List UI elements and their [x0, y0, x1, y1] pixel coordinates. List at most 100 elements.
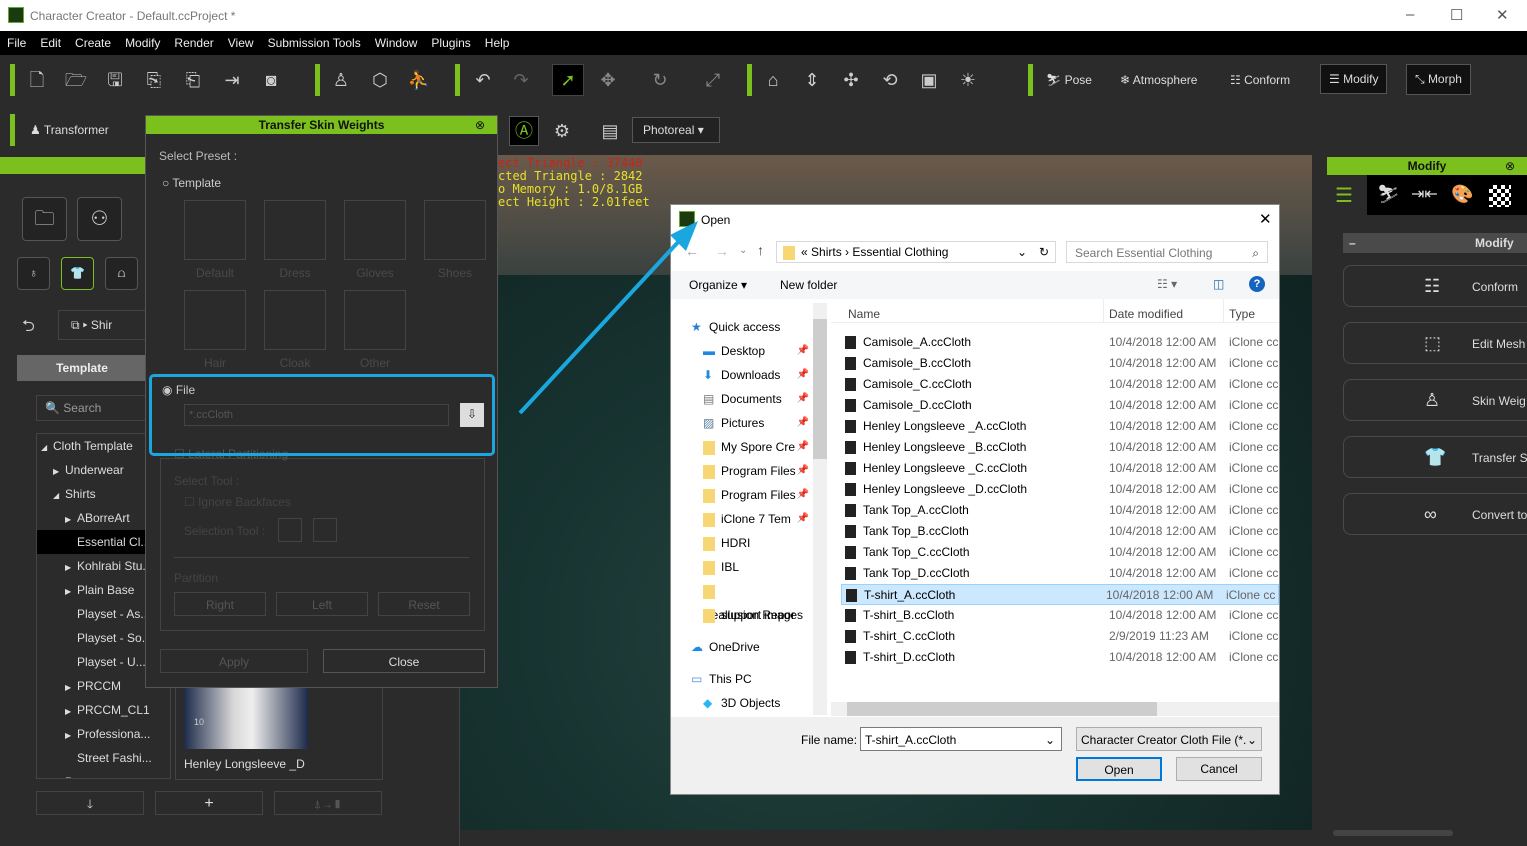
preset-shoes[interactable] [424, 200, 486, 260]
expand-arrow-icon[interactable]: ▶ [53, 772, 65, 778]
nav-item[interactable]: Program Files 📌 [691, 483, 811, 507]
modify-conform-button[interactable]: ☷ Conform [1343, 265, 1527, 307]
folder-icon[interactable]: 🗀 [22, 197, 67, 241]
search-input[interactable]: 🔍 Search [36, 395, 146, 421]
file-row[interactable]: Camisole_B.ccCloth 10/4/2018 12:00 AM iClo… [845, 353, 1279, 374]
file-row[interactable]: Tank Top_C.ccCloth 10/4/2018 12:00 AM iClo… [845, 542, 1279, 563]
open-button[interactable]: Open [1076, 757, 1162, 781]
expand-arrow-icon[interactable]: ▶ [65, 700, 77, 724]
light-icon[interactable]: ☀ [955, 67, 981, 93]
zoom-vertical-icon[interactable]: ⇕ [799, 67, 825, 93]
menu-file[interactable]: File [0, 31, 33, 50]
tree-item[interactable]: ▶ PRCCM_CL1 [37, 698, 170, 722]
expand-arrow-icon[interactable]: ▶ [65, 724, 77, 748]
file-row[interactable]: Henley Longsleeve _A.ccCloth 10/4/2018 12… [845, 416, 1279, 437]
file-row[interactable]: T-shirt_D.ccCloth 10/4/2018 12:00 AM iClon… [845, 647, 1279, 668]
home-icon[interactable]: ⌂ [760, 67, 786, 93]
orbit-icon[interactable]: ⟲ [877, 67, 903, 93]
dialog-close-button[interactable]: Close [323, 649, 485, 673]
save-icon[interactable]: 🖫 [102, 67, 128, 93]
file-row[interactable]: Henley Longsleeve _B.ccCloth 10/4/2018 12… [845, 437, 1279, 458]
menu-edit[interactable]: Edit [33, 31, 68, 50]
settings-sliders-icon[interactable]: ⚙ [549, 118, 575, 144]
nav-item[interactable]: My Spore Cre 📌 [691, 435, 811, 459]
transformer-button[interactable]: ♟ Transformer [30, 123, 109, 137]
view-cube-icon[interactable]: ▣ [916, 67, 942, 93]
render-icon[interactable]: ◙ [258, 67, 284, 93]
recent-dropdown-icon[interactable]: ⌄ [739, 245, 747, 256]
expand-arrow-icon[interactable]: ▶ [65, 580, 77, 604]
forward-icon[interactable]: → [715, 243, 729, 259]
preset-default[interactable] [184, 200, 246, 260]
sliders-tab-icon[interactable]: ☰ [1335, 183, 1353, 208]
nav-item[interactable]: ◆ 3D Objects [691, 691, 811, 715]
modify-transfer-s-button[interactable]: 👕 Transfer S [1343, 436, 1527, 478]
preset-cloak[interactable] [264, 290, 326, 350]
file-type-dropdown[interactable]: Character Creator Cloth File (*.i ⌄ [1076, 727, 1262, 751]
select-remove-icon[interactable] [313, 518, 337, 542]
open-folder-icon[interactable]: 🗁 [63, 67, 89, 93]
file-row[interactable]: Camisole_D.ccCloth 10/4/2018 12:00 AM iClo… [845, 395, 1279, 416]
characters-icon[interactable]: ⚇ [77, 197, 122, 241]
expand-arrow-icon[interactable]: ◢ [53, 484, 65, 508]
pin-icon[interactable]: 📌 [796, 507, 809, 531]
nav-item[interactable]: ☁ OneDrive [691, 635, 811, 659]
preset-hair[interactable] [184, 290, 246, 350]
modify-skin-weig-button[interactable]: ♙ Skin Weig [1343, 379, 1527, 421]
file-row[interactable]: Henley Longsleeve _D.ccCloth 10/4/2018 12… [845, 479, 1279, 500]
render-mode-dropdown[interactable]: Photoreal ▾ [632, 117, 720, 143]
expand-arrow-icon[interactable]: ◢ [41, 436, 53, 460]
modify-button[interactable]: ☰ Modify [1320, 64, 1388, 94]
nav-item[interactable]: Program Files 📌 [691, 459, 811, 483]
apply-button[interactable]: Apply [160, 649, 308, 673]
nav-item[interactable]: ▭ This PC [691, 667, 811, 691]
import-ic-icon[interactable]: ⎗ [180, 67, 206, 93]
up-icon[interactable]: ↑ [757, 242, 764, 258]
morph-button[interactable]: ⤡ Morph [1406, 64, 1471, 95]
breadcrumb-shirts[interactable]: Shirts [811, 245, 842, 259]
file-row[interactable]: T-shirt_B.ccCloth 10/4/2018 12:00 AM iClon… [845, 605, 1279, 626]
tree-item[interactable]: ▶ Professiona... [37, 722, 170, 746]
cancel-button[interactable]: Cancel [1176, 757, 1262, 781]
panel-icon[interactable]: ▤ [597, 118, 623, 144]
modify-convert-to-button[interactable]: ∞ Convert to [1343, 493, 1527, 535]
modify-section-header[interactable]: – Modify [1343, 233, 1527, 253]
right-button[interactable]: Right [174, 592, 266, 616]
pin-icon[interactable]: 📌 [796, 483, 809, 507]
conform-button[interactable]: ☷ Conform [1230, 73, 1290, 87]
back-icon[interactable]: ⮌ [22, 315, 35, 342]
file-row[interactable]: T-shirt_C.ccCloth 2/9/2019 11:23 AM iClone… [845, 626, 1279, 647]
nav-item[interactable]: HDRI [691, 531, 811, 555]
close-button[interactable]: ✕ [1496, 6, 1509, 24]
pan-icon[interactable]: ✣ [838, 67, 864, 93]
hair-icon[interactable]: ♁ [17, 257, 50, 290]
file-row[interactable]: T-shirt_A.ccCloth 10/4/2018 12:00 AM iClon… [841, 584, 1279, 605]
auto-icon[interactable]: Ⓐ [509, 116, 539, 146]
file-row[interactable]: Tank Top_B.ccCloth 10/4/2018 12:00 AM iClo… [845, 521, 1279, 542]
pose-tab-icon[interactable]: ⛷ [1377, 184, 1400, 205]
menu-help[interactable]: Help [478, 31, 517, 50]
character-icon[interactable]: ♙ [328, 67, 354, 93]
export-icon[interactable]: ⇥ [219, 67, 245, 93]
template-radio[interactable]: ○ Template [162, 176, 221, 190]
menu-window[interactable]: Window [368, 31, 425, 50]
menu-render[interactable]: Render [167, 31, 220, 50]
close-icon[interactable]: ✕ [1259, 210, 1272, 228]
close-icon[interactable]: ⊗ [475, 116, 485, 134]
nav-item[interactable]: IBL [691, 555, 811, 579]
tree-item[interactable]: ▶Pants [37, 770, 170, 778]
nav-item[interactable]: Reallusion Repor [691, 579, 811, 622]
file-name-input[interactable]: T-shirt_A.ccCloth ⌄ [860, 727, 1062, 751]
prop-icon[interactable]: ⬡ [367, 67, 393, 93]
nav-scrollbar[interactable] [813, 303, 827, 715]
pin-icon[interactable]: 📌 [796, 387, 809, 411]
file-row[interactable]: Camisole_C.ccCloth 10/4/2018 12:00 AM iClo… [845, 374, 1279, 395]
pin-icon[interactable]: 📌 [796, 411, 809, 435]
pose-button[interactable]: ⛷ Pose [1046, 73, 1092, 87]
scrollbar[interactable] [1333, 830, 1453, 836]
breadcrumb[interactable]: ⧉ ▸ Shir [58, 310, 148, 340]
pin-icon[interactable]: 📌 [796, 363, 809, 387]
nav-item[interactable]: iClone 7 Tem 📌 [691, 507, 811, 531]
refresh-icon[interactable]: ↻ [1039, 245, 1049, 259]
new-file-icon[interactable]: 🗋 [24, 67, 50, 93]
